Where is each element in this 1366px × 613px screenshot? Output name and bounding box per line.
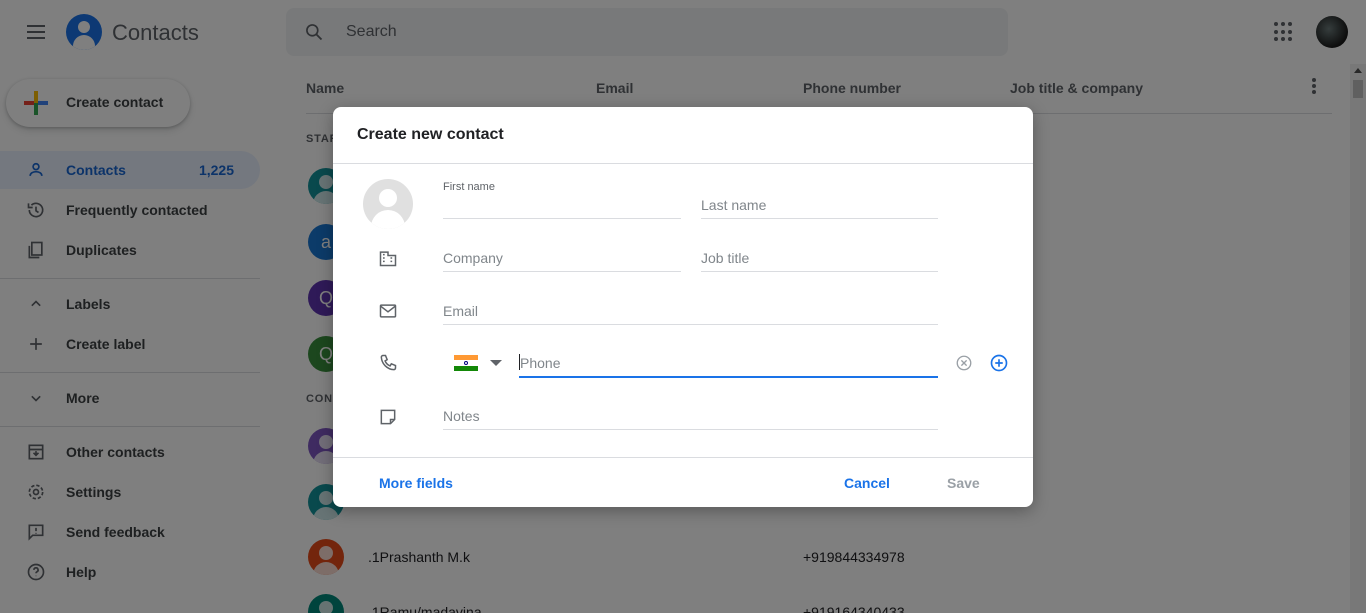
business-icon xyxy=(379,251,397,267)
contact-photo-placeholder[interactable] xyxy=(363,179,413,229)
more-fields-button[interactable]: More fields xyxy=(379,475,453,491)
create-contact-dialog: Create new contact First name Last name … xyxy=(333,107,1033,507)
phone-icon xyxy=(380,354,397,371)
dialog-title: Create new contact xyxy=(357,126,504,143)
last-name-placeholder: Last name xyxy=(701,197,767,213)
email-placeholder: Email xyxy=(443,303,479,319)
cancel-button[interactable]: Cancel xyxy=(844,475,890,491)
last-name-field[interactable]: Last name xyxy=(701,189,938,219)
add-phone-icon[interactable] xyxy=(989,353,1009,373)
notes-field[interactable]: Notes xyxy=(443,400,938,430)
mail-icon xyxy=(379,304,397,318)
first-name-label: First name xyxy=(443,181,495,193)
email-field[interactable]: Email xyxy=(443,295,938,325)
country-dropdown-icon[interactable] xyxy=(490,360,502,366)
first-name-field[interactable]: First name xyxy=(443,181,681,219)
job-title-placeholder: Job title xyxy=(701,250,750,266)
notes-icon xyxy=(380,409,396,425)
notes-placeholder: Notes xyxy=(443,408,480,424)
company-field[interactable]: Company xyxy=(443,242,681,272)
phone-placeholder: Phone xyxy=(520,355,561,371)
india-flag-icon[interactable] xyxy=(454,355,478,371)
dialog-divider xyxy=(333,457,1033,458)
company-placeholder: Company xyxy=(443,250,503,266)
save-button[interactable]: Save xyxy=(947,475,980,491)
phone-field[interactable]: Phone xyxy=(519,348,938,378)
clear-icon[interactable] xyxy=(955,354,973,372)
dialog-divider xyxy=(333,163,1033,164)
job-title-field[interactable]: Job title xyxy=(701,242,938,272)
